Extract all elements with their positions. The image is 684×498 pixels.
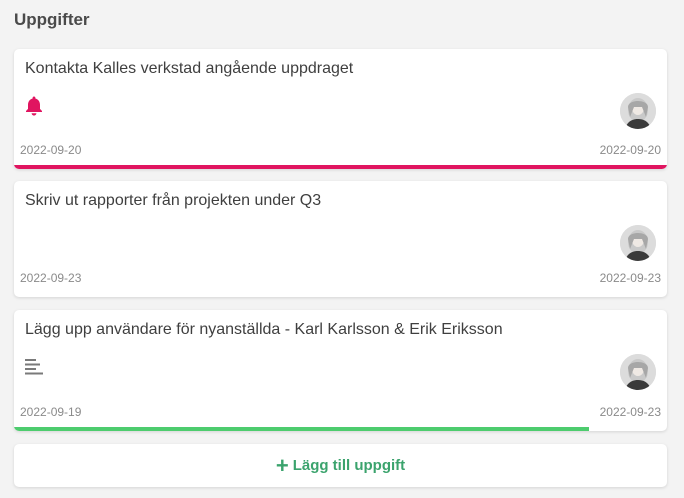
task-start-date: 2022-09-19: [20, 405, 82, 419]
task-progress-bar: [14, 165, 667, 169]
task-due-date: 2022-09-23: [599, 271, 661, 285]
section-title: Uppgifter: [14, 10, 90, 29]
task-due-date: 2022-09-20: [599, 143, 661, 157]
add-task-button[interactable]: + Lägg till uppgift: [14, 444, 667, 487]
assignee-avatar[interactable]: [620, 93, 656, 129]
task-card[interactable]: Lägg upp användare för nyanställda - Kar…: [14, 310, 667, 431]
bell-icon: [24, 95, 44, 121]
task-start-date: 2022-09-20: [20, 143, 82, 157]
task-title: Kontakta Kalles verkstad angående uppdra…: [25, 60, 354, 77]
task-card[interactable]: Skriv ut rapporter från projekten under …: [14, 181, 667, 297]
task-progress-bar: [14, 427, 589, 431]
task-start-date: 2022-09-23: [20, 271, 82, 285]
add-task-label: Lägg till uppgift: [292, 457, 406, 474]
assignee-avatar[interactable]: [620, 225, 656, 261]
task-title: Lägg upp användare för nyanställda - Kar…: [25, 321, 503, 338]
plus-icon: +: [275, 452, 289, 478]
task-due-date: 2022-09-23: [599, 405, 661, 419]
task-title: Skriv ut rapporter från projekten under …: [25, 192, 322, 209]
assignee-avatar[interactable]: [620, 354, 656, 390]
description-lines-icon: [24, 358, 44, 381]
task-card[interactable]: Kontakta Kalles verkstad angående uppdra…: [14, 49, 667, 169]
